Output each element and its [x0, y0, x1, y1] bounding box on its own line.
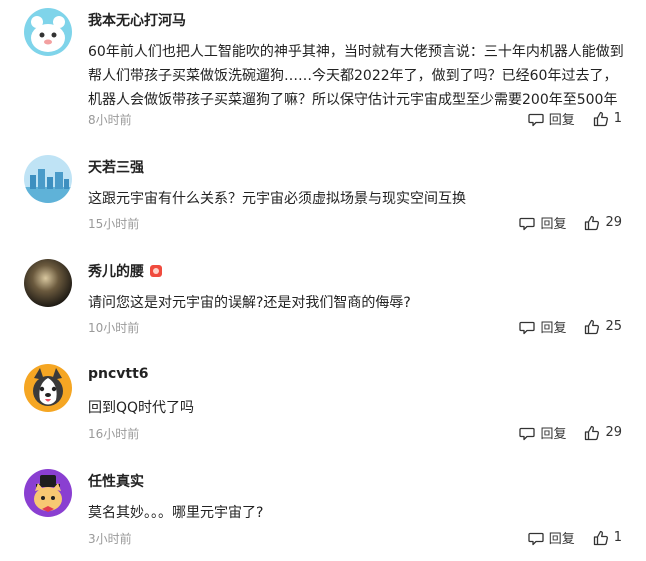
username-text: 天若三强	[88, 160, 144, 176]
reply-button[interactable]: 回复	[528, 528, 575, 547]
comment-actions: 回复 1	[528, 528, 622, 547]
like-button[interactable]: 1	[593, 111, 622, 127]
username-text: 我本无心打河马	[88, 13, 186, 29]
username-text: 任性真实	[88, 474, 144, 490]
reply-label: 回复	[548, 532, 575, 547]
comment-time: 8小时前	[88, 113, 132, 127]
comment-actions: 回复 29	[519, 213, 622, 232]
like-count: 29	[605, 215, 622, 230]
avatar[interactable]	[24, 364, 72, 412]
like-button[interactable]: 25	[584, 319, 622, 335]
like-button[interactable]: 1	[593, 530, 622, 546]
like-count: 1	[613, 530, 622, 545]
reply-label: 回复	[548, 113, 575, 128]
comment-text: 60年前人们也把人工智能吹的神乎其神，当时就有大佬预言说：三十年内机器人能做到帮…	[88, 44, 624, 108]
speech-bubble-icon	[519, 425, 540, 441]
avatar[interactable]	[24, 155, 72, 203]
thumbs-up-icon	[593, 530, 614, 546]
username[interactable]: 秀儿的腰	[88, 261, 162, 281]
like-count: 25	[605, 319, 622, 334]
thumbs-up-icon	[593, 111, 614, 127]
username[interactable]: pncvtt6	[88, 366, 149, 382]
username[interactable]: 我本无心打河马	[88, 10, 186, 30]
thumbs-up-icon	[584, 425, 605, 441]
like-button[interactable]: 29	[584, 425, 622, 441]
username-text: 秀儿的腰	[88, 264, 144, 280]
thumbs-up-icon	[584, 319, 605, 335]
like-button[interactable]: 29	[584, 215, 622, 231]
speech-bubble-icon	[519, 319, 540, 335]
comment-time: 10小时前	[88, 321, 140, 335]
comment-time: 15小时前	[88, 217, 140, 231]
avatar[interactable]	[24, 259, 72, 307]
comment-text: 这跟元宇宙有什么关系？元宇宙必须虚拟场景与现实空间互换	[88, 191, 466, 207]
username[interactable]: 任性真实	[88, 471, 144, 491]
user-badge-icon	[150, 265, 162, 277]
comment-text: 请问您这是对元宇宙的误解?还是对我们智商的侮辱?	[88, 295, 411, 311]
like-count: 29	[605, 425, 622, 440]
reply-label: 回复	[540, 321, 567, 336]
speech-bubble-icon	[528, 530, 549, 546]
username[interactable]: 天若三强	[88, 157, 144, 177]
reply-label: 回复	[540, 427, 567, 442]
thumbs-up-icon	[584, 215, 605, 231]
avatar[interactable]	[24, 469, 72, 517]
comment-list: 我本无心打河马 60年前人们也把人工智能吹的神乎其神，当时就有大佬预言说：三十年…	[0, 0, 646, 561]
username-text: pncvtt6	[88, 366, 149, 382]
comment-actions: 回复 29	[519, 423, 622, 442]
speech-bubble-icon	[519, 215, 540, 231]
reply-label: 回复	[540, 217, 567, 232]
comment-time: 3小时前	[88, 532, 132, 546]
comment-text: 莫名其妙。。。哪里元宇宙了?	[88, 505, 264, 521]
reply-button[interactable]: 回复	[519, 317, 566, 336]
comment-time: 16小时前	[88, 427, 140, 441]
avatar[interactable]	[24, 8, 72, 56]
comment-actions: 回复 1	[528, 109, 622, 128]
reply-button[interactable]: 回复	[528, 109, 575, 128]
reply-button[interactable]: 回复	[519, 423, 566, 442]
comment-actions: 回复 25	[519, 317, 622, 336]
speech-bubble-icon	[528, 111, 549, 127]
comment-text: 回到QQ时代了吗	[88, 400, 195, 416]
like-count: 1	[613, 111, 622, 126]
reply-button[interactable]: 回复	[519, 213, 566, 232]
